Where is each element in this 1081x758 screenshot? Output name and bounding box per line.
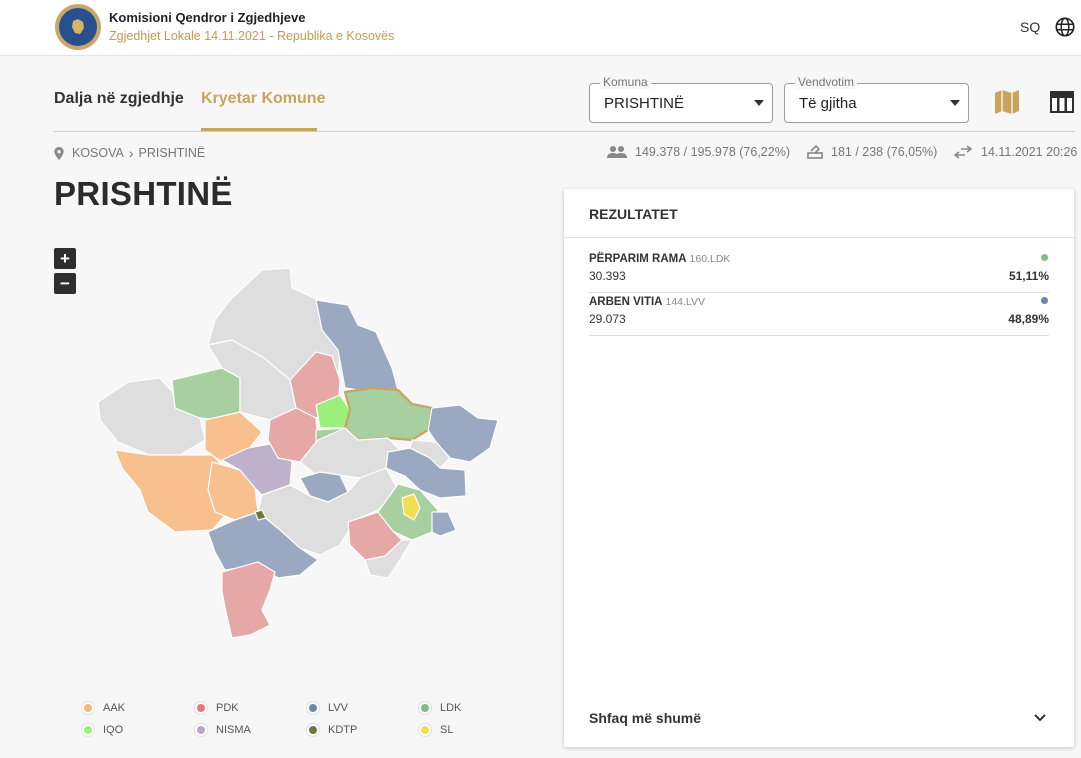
divider [54,131,1075,132]
brand-title: Komisioni Qendror i Zgjedhjeve [109,10,306,25]
dropdown-arrow-icon [754,100,764,106]
polling-station-select[interactable]: Vendvotim Të gjitha [784,75,969,123]
language-selector[interactable]: SQ [1020,19,1040,35]
legend-label: AAK [103,702,126,714]
candidate-name-text: ARBEN VITIA [589,296,663,308]
municipality-select-value: PRISHTINË [604,95,685,112]
stations-stat: 181 / 238 (76,05%) [807,145,937,159]
tab-turnout[interactable]: Dalja në zgjedhje [54,90,184,108]
legend-label: LVV [328,702,348,714]
legend-item-kdtp: KDTP [307,724,357,736]
zoom-in-button[interactable]: + [54,248,76,269]
kqz-logo[interactable] [55,4,101,50]
stations-value: 181 / 238 (76,05%) [831,145,938,159]
candidate-party: 144.LVV [665,296,705,308]
turnout-stat: 149.378 / 195.978 (76,22%) [607,145,790,159]
legend-item-lvv: LVV [307,702,348,714]
map-region-prishtine [343,386,434,442]
results-panel: REZULTATET PËRPARIM RAMA 160.LDK 30.393 5… [564,189,1074,747]
party-color-dot [1041,254,1048,261]
dropdown-arrow-icon [950,100,960,106]
legend-item-pdk: PDK [195,702,239,714]
zoom-out-button[interactable]: − [54,273,76,294]
table-view-icon[interactable] [1049,89,1075,115]
candidate-name: ARBEN VITIA 144.LVV [589,296,705,308]
party-color-dot [1041,297,1048,304]
municipality-select-label: Komuna [600,75,651,89]
legend-dot [307,724,319,736]
legend-dot [82,702,94,714]
breadcrumb: KOSOVA › PRISHTINË [54,145,205,161]
candidate-percent: 51,11% [1008,269,1049,283]
legend-label: KDTP [328,724,358,736]
breadcrumb-municipality: PRISHTINË [138,146,206,160]
show-more-button[interactable]: Shfaq më shumë [589,710,701,726]
legend-dot [82,724,94,736]
kosovo-map[interactable] [90,250,510,650]
legend-item-sl: SL [419,724,453,736]
legend-dot [419,702,431,714]
polling-station-select-value: Të gjitha [799,95,857,112]
updated-value: 14.11.2021 20:26 [981,145,1078,159]
results-header: REZULTATET [564,189,1074,238]
candidate-row[interactable]: ARBEN VITIA 144.LVV 29.073 48,89% [589,296,1049,336]
legend-label: SL [440,724,454,736]
page-title: PRISHTINË [54,175,233,212]
people-icon [607,146,627,158]
results-title: REZULTATET [589,206,678,222]
legend-item-iqo: IQO [82,724,123,736]
map-region-pdk-southwest [221,561,276,639]
legend-label: IQO [103,724,124,736]
tab-mayor[interactable]: Kryetar Komune [201,90,325,108]
municipality-select[interactable]: Komuna PRISHTINË [589,75,773,123]
turnout-value: 149.378 / 195.978 (76,22%) [635,145,790,159]
ballot-box-icon [807,145,823,159]
polling-station-select-label: Vendvotim [795,75,858,89]
legend-dot [307,702,319,714]
map-view-icon[interactable] [993,89,1021,115]
legend-label: LDK [440,702,462,714]
legend-dot [195,724,207,736]
legend-dot [195,702,207,714]
legend-item-nisma: NISMA [195,724,251,736]
location-pin-icon [54,146,64,160]
breadcrumb-country[interactable]: KOSOVA [72,146,124,160]
candidate-row[interactable]: PËRPARIM RAMA 160.LDK 30.393 51,11% [589,253,1049,293]
candidate-votes: 29.073 [589,312,626,326]
legend-item-ldk: LDK [419,702,461,714]
candidate-votes: 30.393 [589,269,626,283]
legend-dot [419,724,431,736]
globe-icon[interactable] [1054,16,1076,38]
legend-label: NISMA [216,724,251,736]
top-bar: Komisioni Qendror i Zgjedhjeve Zgjedhjet… [0,0,1081,56]
candidate-party: 160.LDK [689,253,731,265]
candidate-percent: 48,89% [1008,312,1049,326]
legend-label: PDK [216,702,239,714]
chevron-down-icon[interactable] [1032,710,1048,726]
candidate-name: PËRPARIM RAMA 160.LDK [589,253,730,265]
legend-item-aak: AAK [82,702,125,714]
map-region-lvv-small [431,511,457,537]
sync-arrows-icon [953,145,973,159]
brand-subtitle: Zgjedhjet Lokale 14.11.2021 - Republika … [109,29,395,43]
chevron-right-icon: › [128,145,134,161]
updated-stat: 14.11.2021 20:26 [953,145,1077,159]
candidate-name-text: PËRPARIM RAMA [589,253,687,265]
